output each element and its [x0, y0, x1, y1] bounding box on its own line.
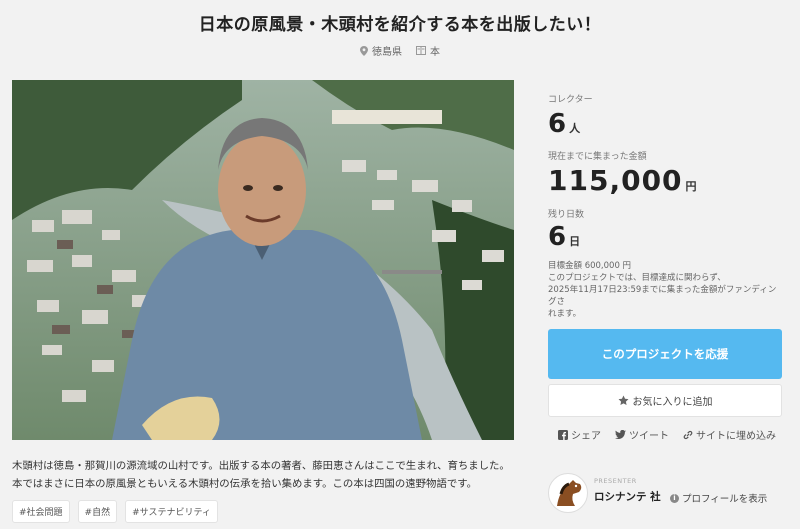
share-facebook-button[interactable]: シェア [558, 427, 601, 442]
days-label: 残り日数 [548, 210, 585, 220]
embed-label: サイトに埋め込み [696, 431, 776, 442]
page-title: 日本の原風景・木頭村を紹介する本を出版したい！ [198, 15, 602, 35]
presenter-avatar[interactable] [548, 473, 588, 513]
tag-social-issues[interactable]: #社会問題 [12, 500, 70, 523]
book-icon [416, 46, 426, 55]
info-icon: i [670, 493, 679, 503]
location-link[interactable]: 徳島県 [360, 43, 402, 58]
share-bar: シェア ツイート サイトに埋め込み [558, 427, 776, 442]
funding-note-1: このプロジェクトでは、目標達成に関わらず、 [548, 273, 726, 283]
funding-note-3: れます。 [548, 309, 582, 319]
tweet-button[interactable]: ツイート [615, 427, 669, 442]
amount-unit: 円 [685, 180, 697, 193]
add-favorite-button[interactable]: お気に入りに追加 [548, 384, 782, 417]
facebook-icon [558, 429, 568, 440]
profile-link[interactable]: i プロフィールを表示 [670, 491, 767, 505]
collectors-label: コレクター [548, 95, 593, 105]
tag-sustainability[interactable]: #サステナビリティ [125, 500, 218, 523]
star-icon [618, 395, 628, 406]
tag-list: #社会問題 #自然 #サステナビリティ [12, 500, 218, 523]
map-pin-icon [360, 45, 368, 56]
support-project-button[interactable]: このプロジェクトを応援 [548, 329, 782, 379]
amount-value: 115,000 [548, 164, 683, 197]
link-icon [683, 430, 693, 439]
profile-link-label: プロフィールを表示 [682, 494, 768, 505]
project-meta: 徳島県 本 [0, 43, 800, 58]
project-stats: コレクター 6人 現在までに集まった金額 115,000 円 残り日数 6日 目標… [548, 92, 783, 320]
description-line-1: 木頭村は徳島・那賀川の源流域の山村です。出版する本の著者、藤田恵さんはここで生ま… [12, 460, 510, 472]
days-remaining: 6日 [548, 222, 783, 252]
days-unit: 日 [569, 235, 581, 248]
funding-note-2: 2025年11月17日23:59までに集まった金額がファンディングさ [548, 285, 777, 307]
embed-button[interactable]: サイトに埋め込み [683, 427, 776, 442]
village-photo [12, 80, 514, 440]
category-text: 本 [430, 47, 440, 58]
collectors-count: 6人 [548, 109, 783, 139]
project-main-image[interactable] [12, 80, 514, 440]
amount-raised: 115,000 円 [548, 164, 783, 197]
tag-nature[interactable]: #自然 [77, 500, 118, 523]
collectors-unit: 人 [569, 122, 581, 135]
tweet-label: ツイート [629, 431, 669, 442]
amount-label: 現在までに集まった金額 [548, 152, 647, 162]
presenter-name[interactable]: ロシナンテ 社 [594, 489, 661, 504]
goal-amount: 目標金額 600,000 円 [548, 261, 632, 271]
description-line-2: 本ではまさに日本の原風景ともいえる木頭村の伝承を拾い集めます。この本は四国の遠野… [12, 478, 477, 490]
share-label: シェア [571, 431, 601, 442]
project-description: 木頭村は徳島・那賀川の源流域の山村です。出版する本の著者、藤田恵さんはここで生ま… [12, 457, 532, 493]
presenter-block: PRESENTER ロシナンテ 社 i プロフィールを表示 [548, 473, 782, 513]
presenter-label: PRESENTER [594, 477, 637, 485]
days-value: 6 [548, 222, 567, 252]
collectors-value: 6 [548, 109, 567, 139]
location-text: 徳島県 [372, 47, 402, 58]
category-link[interactable]: 本 [416, 43, 440, 58]
favorite-label: お気に入りに追加 [632, 397, 713, 408]
twitter-icon [615, 429, 626, 439]
horse-logo-icon [557, 480, 582, 506]
